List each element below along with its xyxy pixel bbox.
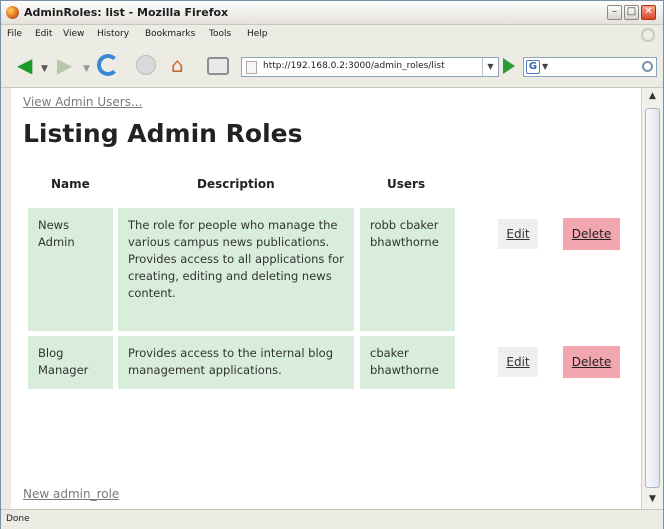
page-icon — [246, 61, 257, 74]
window-title: AdminRoles: list - Mozilla Firefox — [24, 6, 229, 19]
status-text: Done — [6, 514, 30, 524]
column-header-users: Users — [387, 177, 426, 191]
title-bar: AdminRoles: list - Mozilla Firefox – □ ✕ — [1, 1, 663, 25]
reload-icon[interactable] — [97, 54, 119, 76]
go-arrow-icon[interactable] — [503, 58, 515, 74]
menu-bookmarks[interactable]: Bookmarks — [145, 29, 195, 39]
url-dropdown-icon[interactable]: ▼ — [482, 58, 498, 76]
back-arrow-icon[interactable]: ◀ — [17, 55, 32, 75]
menu-bar: File Edit View History Bookmarks Tools H… — [1, 25, 663, 45]
page-title: Listing Admin Roles — [23, 119, 303, 148]
edit-button[interactable]: Edit — [498, 219, 538, 249]
menu-history[interactable]: History — [97, 29, 129, 39]
new-admin-role-link[interactable]: New admin_role — [23, 487, 119, 501]
table-cell-users: cbaker bhawthorne — [360, 336, 455, 389]
delete-button[interactable]: Delete — [563, 346, 620, 378]
scroll-up-arrow-icon[interactable]: ▲ — [645, 89, 660, 104]
throbber-icon — [641, 28, 655, 42]
firefox-logo-icon — [6, 6, 19, 19]
minimize-button[interactable]: – — [607, 5, 622, 20]
url-bar[interactable]: http://192.168.0.2:3000/admin_roles/list… — [241, 57, 499, 77]
page-content: View Admin Users... Listing Admin Roles … — [11, 88, 641, 509]
view-admin-users-link[interactable]: View Admin Users... — [23, 95, 142, 109]
forward-arrow-icon[interactable]: ▶ — [57, 55, 72, 75]
delete-button[interactable]: Delete — [563, 218, 620, 250]
google-engine-icon[interactable]: G — [526, 60, 540, 74]
print-icon[interactable] — [207, 57, 229, 75]
stop-icon[interactable] — [136, 55, 156, 75]
maximize-button[interactable]: □ — [624, 5, 639, 20]
menu-edit[interactable]: Edit — [35, 29, 52, 39]
engine-dropdown-icon[interactable]: ▼ — [542, 62, 548, 71]
column-header-name: Name — [51, 177, 90, 191]
search-icon[interactable] — [642, 61, 653, 72]
edit-button[interactable]: Edit — [498, 347, 538, 377]
back-history-dropdown-icon[interactable]: ▼ — [41, 59, 48, 79]
table-cell-description: The role for people who manage the vario… — [118, 208, 354, 331]
navigation-toolbar: ◀ ▼ ▶ ▼ ⌂ http://192.168.0.2:3000/admin_… — [1, 45, 663, 88]
search-box[interactable]: G ▼ — [523, 57, 657, 77]
table-cell-users: robb cbaker bhawthorne — [360, 208, 455, 331]
table-cell-name: News Admin — [28, 208, 113, 331]
menu-help[interactable]: Help — [247, 29, 268, 39]
menu-view[interactable]: View — [63, 29, 84, 39]
url-text[interactable]: http://192.168.0.2:3000/admin_roles/list — [263, 61, 445, 71]
status-bar: Done — [1, 509, 663, 529]
menu-tools[interactable]: Tools — [209, 29, 231, 39]
home-icon[interactable]: ⌂ — [171, 55, 184, 75]
table-cell-description: Provides access to the internal blog man… — [118, 336, 354, 389]
scrollbar-thumb[interactable] — [645, 108, 660, 488]
close-button[interactable]: ✕ — [641, 5, 656, 20]
browser-window: AdminRoles: list - Mozilla Firefox – □ ✕… — [0, 0, 664, 529]
vertical-scrollbar[interactable]: ▲ ▼ — [641, 88, 663, 509]
scroll-down-arrow-icon[interactable]: ▼ — [645, 492, 660, 507]
forward-history-dropdown-icon[interactable]: ▼ — [83, 59, 90, 79]
menu-file[interactable]: File — [7, 29, 22, 39]
column-header-description: Description — [197, 177, 275, 191]
table-cell-name: Blog Manager — [28, 336, 113, 389]
